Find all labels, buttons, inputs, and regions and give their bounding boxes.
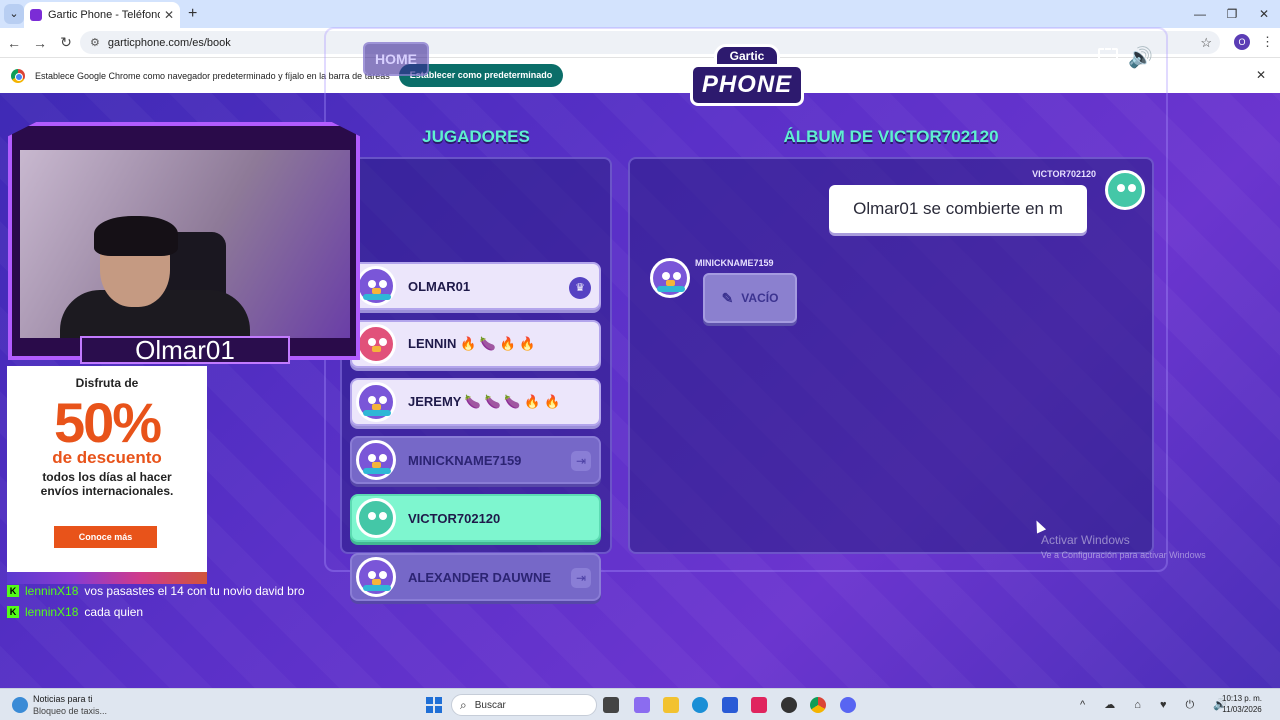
chrome-taskbar-icon[interactable] [810,697,826,713]
bookmark-star-icon[interactable]: ☆ [1200,35,1212,51]
ad-line4: todos los días al hacer envíos internaci… [40,470,174,498]
restore-icon[interactable]: ❐ [1216,0,1248,28]
windows-start-icon[interactable] [426,697,442,713]
sound-icon[interactable]: 🔊 [1128,45,1153,70]
empty-label: VACÍO [741,291,779,305]
chat-message: K lenninX18 vos pasastes el 14 con tu no… [7,582,305,600]
news-title[interactable]: Noticias para ti [33,694,93,704]
browser-menu-icon[interactable]: ⋮ [1261,34,1274,50]
left-game-icon: ⇥ [571,451,591,471]
kick-icon: K [7,606,19,618]
player-avatar [356,382,396,422]
player-name: VICTOR702120 [408,510,501,526]
clock-date: 11/03/2026 [1222,705,1262,714]
search-placeholder: Buscar [474,699,506,711]
logo-bottom-text: PHONE [690,64,804,106]
minimize-icon[interactable]: — [1184,0,1216,28]
activate-subtitle: Ve a Configuración para activar Windows [1041,550,1206,560]
browser-tab-strip: ⌄ Gartic Phone - Teléfono Descor ✕ + — ❐… [0,0,1280,28]
news-widget-icon[interactable] [12,697,28,713]
ad-line1: Disfruta de [75,376,139,390]
edge-icon[interactable] [692,697,708,713]
chat-text: vos pasastes el 14 con tu novio david br… [84,584,305,598]
player-row: JEREMY 🍆 🍆 🍆 🔥 🔥 [350,378,601,426]
advertisement[interactable]: Disfruta de 50% de descuento todos los d… [7,366,207,572]
player-name: OLMAR01 [408,278,471,294]
player-name: ALEXANDER DAUWNE [408,569,551,585]
browser-tab[interactable]: Gartic Phone - Teléfono Descor ✕ [24,2,180,28]
clock-time: 10:13 p. m. [1222,694,1263,703]
task-view-icon[interactable] [603,697,619,713]
news-subtitle[interactable]: Bloqueo de taxis... [33,706,107,716]
player-avatar [356,324,396,364]
empty-drawing-card: ✎ VACÍO [703,273,797,323]
streamer-name: Olmar01 [80,336,290,364]
streamer-hair [94,216,178,256]
ad-cta-button[interactable]: Conoce más [54,526,157,548]
player-row: OLMAR01 ♛ [350,262,601,310]
chat-text: cada quien [84,605,144,619]
back-icon[interactable]: ← [2,35,26,51]
player-row: VICTOR702120 [350,494,601,542]
players-heading: JUGADORES [422,127,530,146]
player-row: LENNIN 🔥 🍆 🔥 🔥 [350,320,601,368]
player-row: ALEXANDER DAUWNE ⇥ [350,553,601,601]
chat-message: K lenninX18 cada quien [7,603,143,621]
webcam-feed [20,150,350,338]
album-heading: ÁLBUM DE VICTOR702120 [783,127,999,146]
kick-icon: K [7,585,19,597]
new-tab-icon[interactable]: + [188,5,197,23]
chat-username: lenninX18 [25,605,79,619]
windows-taskbar: Noticias para ti Bloqueo de taxis... ⌕ B… [0,688,1280,720]
player-avatar [356,498,396,538]
chat-username: lenninX18 [25,584,79,598]
windows-activation-watermark: Activar Windows Ve a Configuración para … [1041,533,1206,560]
player-avatar [356,440,396,480]
ad-discount: 50% [53,391,162,454]
reload-icon[interactable]: ↻ [54,34,78,51]
site-settings-icon[interactable]: ⚙ [90,36,100,49]
chrome-logo-icon [11,68,25,83]
store-icon[interactable] [722,697,738,713]
ad-line3: de descuento [52,448,162,467]
file-explorer-icon[interactable] [663,697,679,713]
system-tray-icons[interactable]: ^ ☁ ⌂ ♥ ⏻ 🔊 [1080,698,1235,712]
tiktok-icon[interactable] [751,697,767,713]
left-game-icon: ⇥ [571,568,591,588]
copilot-icon[interactable] [634,697,650,713]
message-author: MINICKNAME7159 [695,258,774,268]
gartic-phone-logo: Gartic PHONE [690,44,804,110]
pencil-icon: ✎ [721,289,734,306]
player-avatar [356,557,396,597]
discord-icon[interactable] [840,697,856,713]
gartic-favicon-icon [30,9,42,21]
player-row: MINICKNAME7159 ⇥ [350,436,601,484]
fullscreen-icon[interactable] [1098,48,1118,68]
url-text: garticphone.com/es/book [107,36,231,49]
taskbar-search[interactable]: ⌕ Buscar [451,694,597,716]
close-tab-icon[interactable]: ✕ [164,8,174,22]
home-button[interactable]: HOME [363,42,429,76]
tab-search-icon[interactable]: ⌄ [4,4,24,24]
forward-icon[interactable]: → [28,35,52,51]
message-bubble: Olmar01 se combierte en m [829,185,1087,233]
taskbar-clock[interactable]: 10:13 p. m. 11/03/2026 [1222,693,1262,715]
crown-icon: ♛ [569,277,591,299]
obs-icon[interactable] [781,697,797,713]
search-icon: ⌕ [460,697,467,712]
close-infobar-icon[interactable]: ✕ [1256,68,1266,82]
player-name: MINICKNAME7159 [408,452,522,468]
player-avatar [356,266,396,306]
profile-avatar[interactable]: O [1234,34,1250,50]
window-controls: — ❐ ✕ [1184,0,1280,28]
author-avatar [650,258,690,298]
close-window-icon[interactable]: ✕ [1248,0,1280,28]
tab-title: Gartic Phone - Teléfono Descor [48,9,160,21]
author-avatar [1105,170,1145,210]
message-author: VICTOR702120 [1032,169,1096,179]
player-name: JEREMY 🍆 🍆 🍆 🔥 🔥 [408,394,561,409]
player-name: LENNIN 🔥 🍆 🔥 🔥 [408,336,536,351]
activate-title: Activar Windows [1041,533,1130,547]
